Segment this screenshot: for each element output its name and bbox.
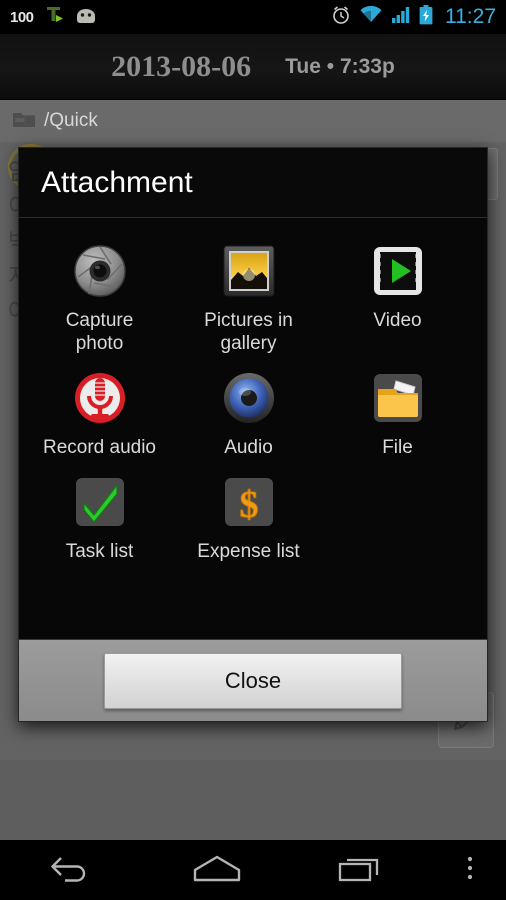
battery-percent-label: 100 [10,8,34,26]
gallery-picture-icon [220,242,278,300]
battery-charging-icon [419,4,433,30]
attachment-option-expense-list[interactable]: $ Expense list [174,463,323,567]
recents-icon [336,853,388,888]
dollar-icon: $ [220,473,278,531]
attachment-option-label: Audio [224,437,273,458]
breadcrumb-label: /Quick [44,110,98,131]
speaker-icon [220,369,278,427]
checkmark-icon [71,473,129,531]
attachment-option-label: Record audio [42,437,157,458]
attachment-option-video[interactable]: Video [323,232,472,359]
grid-row: Record audio Audio File [25,359,481,463]
attachment-option-audio[interactable]: Audio [174,359,323,463]
t-app-icon [45,5,64,29]
attachment-option-file[interactable]: File [323,359,472,463]
attachment-option-label: Capture photo [65,310,134,354]
alarm-icon [331,5,351,30]
dialog-title-bar: Attachment [19,148,487,218]
close-button[interactable]: Close [104,652,402,709]
back-icon [49,853,95,888]
status-bar-clock: 11:27 [445,5,496,28]
attachment-option-record-audio[interactable]: Record audio [25,359,174,463]
attachment-options-grid: Capture photo Pictures in gallery Video … [19,218,487,639]
attachment-option-label: Video [373,310,422,331]
grid-row: Capture photo Pictures in gallery Video [25,232,481,359]
attachment-option-capture-photo[interactable]: Capture photo [25,232,174,359]
date-header-bar[interactable]: 2013-08-06 Tue • 7:33p [0,34,506,100]
attachment-option-label: Pictures in gallery [204,310,293,354]
home-icon [189,853,245,888]
android-head-icon [75,7,97,28]
microphone-icon [71,369,129,427]
video-filmstrip-icon [369,242,427,300]
grid-cell-empty [323,463,472,567]
svg-text:$: $ [239,484,258,526]
folder-open-icon [369,369,427,427]
status-bar-left: 100 [10,5,97,29]
dialog-footer: Close [19,639,487,721]
status-bar[interactable]: 100 11:27 [0,0,506,34]
header-day-time: Tue • 7:33p [285,54,395,78]
attachment-option-label: File [382,437,413,458]
grid-row: Task list $ Expense list [25,463,481,567]
wifi-icon [360,5,382,28]
attachment-option-task-list[interactable]: Task list [25,463,174,567]
folder-icon [12,110,36,133]
header-date: 2013-08-06 [111,49,252,83]
nav-home-button[interactable] [145,840,290,900]
attachment-option-label: Expense list [197,541,300,562]
dialog-title: Attachment [41,165,193,199]
attachment-option-pictures-in-gallery[interactable]: Pictures in gallery [174,232,323,359]
attachment-option-label: Task list [65,541,134,562]
signal-icon [391,6,410,28]
system-navigation-bar [0,840,506,900]
nav-recents-button[interactable] [289,840,434,900]
camera-shutter-icon [71,242,129,300]
overflow-menu-icon [466,853,474,888]
breadcrumb[interactable]: /Quick [0,100,506,142]
nav-overflow-button[interactable] [434,840,506,900]
attachment-dialog: Attachment Capture photo Pictures in gal… [18,147,488,722]
status-bar-right: 11:27 [331,4,496,30]
nav-back-button[interactable] [0,840,145,900]
